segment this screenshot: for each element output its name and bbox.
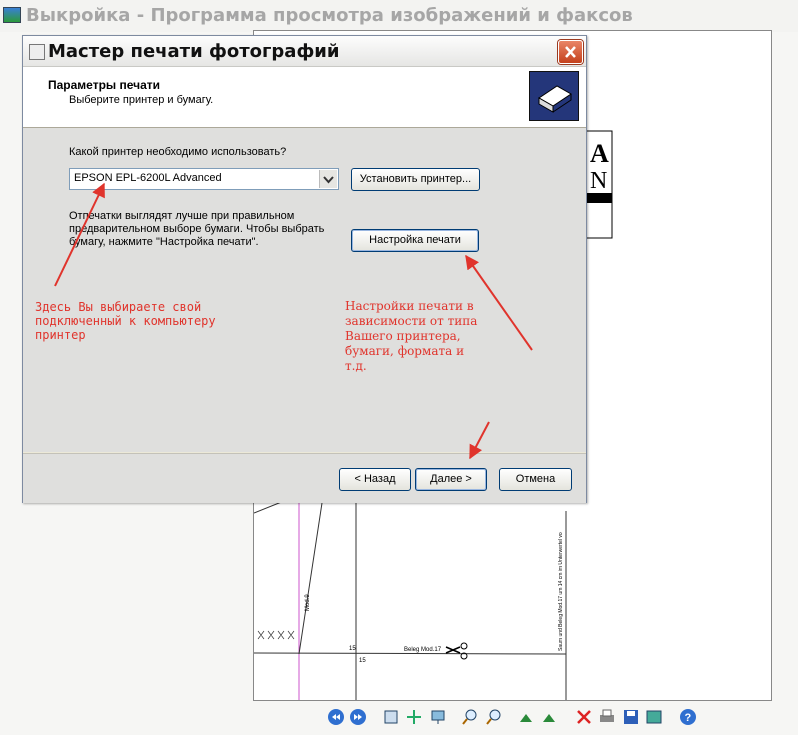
printer-select[interactable]: EPSON EPL-6200L Advanced xyxy=(69,168,339,190)
header-subtitle: Выберите принтер и бумагу. xyxy=(69,94,214,106)
doc-beleg-label: Beleg Mod.17 xyxy=(404,647,442,653)
printer-wizard-icon xyxy=(529,71,579,121)
dialog-titlebar: Мастер печати фотографий xyxy=(23,36,586,67)
print-icon[interactable] xyxy=(598,708,618,728)
doc-n15b: 15 xyxy=(359,658,366,664)
dialog-title: Мастер печати фотографий xyxy=(48,41,340,62)
rotate-counterclockwise-icon[interactable] xyxy=(541,708,561,728)
doc-mod-label: Mod.9 xyxy=(305,594,311,611)
doc-n15a: 15 xyxy=(349,646,356,652)
svg-text:?: ? xyxy=(685,712,692,724)
actual-size-icon[interactable] xyxy=(405,708,425,728)
wizard-body: Какой принтер необходимо использовать? E… xyxy=(23,128,586,452)
window-title: Выкройка - Программа просмотра изображен… xyxy=(26,5,633,26)
zoom-in-icon[interactable] xyxy=(461,708,481,728)
rotate-clockwise-icon[interactable] xyxy=(518,708,538,728)
hint-line-3: бумагу, нажмите "Настройка печати". xyxy=(69,236,259,248)
save-icon[interactable] xyxy=(622,708,642,728)
back-button[interactable]: < Назад xyxy=(339,468,411,491)
next-button[interactable]: Далее > xyxy=(415,468,487,491)
dialog-icon xyxy=(29,44,45,60)
close-button[interactable] xyxy=(558,40,583,64)
edit-icon[interactable] xyxy=(645,708,665,728)
print-wizard-dialog: Мастер печати фотографий Параметры печат… xyxy=(22,35,587,503)
best-fit-icon[interactable] xyxy=(382,708,402,728)
close-icon xyxy=(565,46,576,58)
zoom-out-icon[interactable] xyxy=(485,708,505,728)
chevron-down-icon[interactable] xyxy=(319,170,337,188)
delete-icon[interactable] xyxy=(575,708,595,728)
right-annotation: Настройки печати в зависимости от типа В… xyxy=(345,299,478,373)
doc-letter-n: N xyxy=(590,168,607,194)
print-settings-button[interactable]: Настройка печати xyxy=(351,229,479,252)
cancel-button[interactable]: Отмена xyxy=(499,468,572,491)
printer-select-value: EPSON EPL-6200L Advanced xyxy=(74,172,222,184)
slideshow-icon[interactable] xyxy=(429,708,449,728)
prev-image-icon[interactable] xyxy=(327,708,347,728)
header-title: Параметры печати xyxy=(48,78,161,92)
next-image-icon[interactable] xyxy=(349,708,369,728)
window-titlebar: Выкройка - Программа просмотра изображен… xyxy=(0,0,798,32)
hint-line-2: предварительном выборе бумаги. Чтобы выб… xyxy=(69,223,325,235)
app-icon xyxy=(3,7,21,23)
wizard-footer: < Назад Далее > Отмена xyxy=(23,453,586,503)
wizard-header: Параметры печати Выберите принтер и бума… xyxy=(23,67,586,128)
doc-side-label: Saum und Beleg Mod.17 um 14 cm im Unterw… xyxy=(558,532,564,651)
install-printer-button[interactable]: Установить принтер... xyxy=(351,168,480,191)
hint-line-1: Отпечатки выглядят лучше при правильном xyxy=(69,210,295,222)
help-icon[interactable]: ? xyxy=(679,708,699,728)
doc-letter-a: A xyxy=(590,139,609,168)
left-annotation: Здесь Вы выбираете свой подключенный к к… xyxy=(35,300,216,342)
printer-question-label: Какой принтер необходимо использовать? xyxy=(69,146,287,158)
